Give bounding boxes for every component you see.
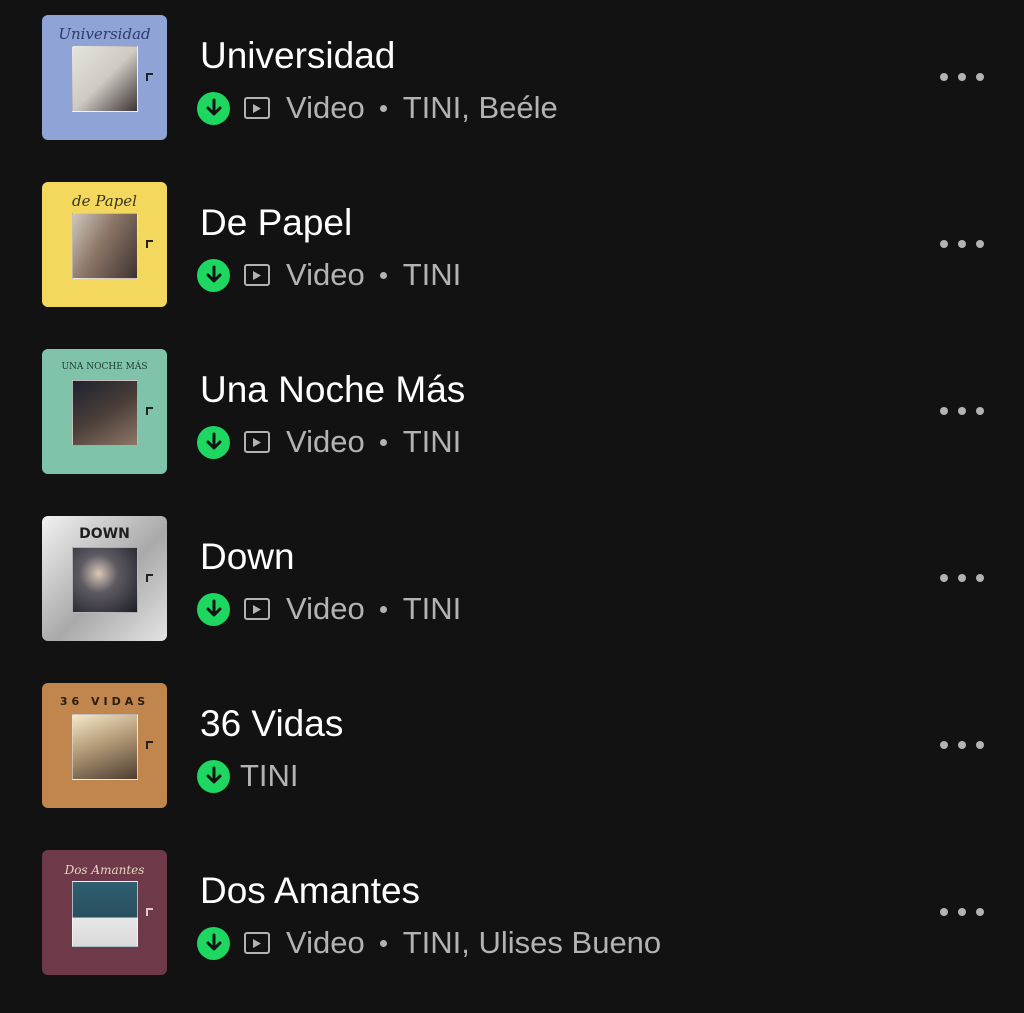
video-icon [244, 598, 270, 620]
more-options-icon[interactable] [940, 224, 984, 264]
track-artists: TINI [402, 257, 462, 292]
video-label: Video [286, 925, 365, 960]
cover-photo [72, 714, 138, 780]
track-row[interactable]: Universidad Universidad Video TINI, Beél… [0, 0, 1024, 167]
separator-dot-icon [379, 271, 387, 279]
downloaded-icon [197, 425, 230, 459]
track-artists: TINI [240, 758, 299, 793]
cover-title: UNA NOCHE MÁS [61, 362, 148, 372]
cover-photo [72, 46, 138, 112]
separator-dot-icon [379, 605, 387, 613]
track-row[interactable]: 36 VIDAS 36 Vidas TINI [0, 668, 1024, 835]
track-row[interactable]: de Papel De Papel Video TINI [0, 167, 1024, 334]
album-art: Universidad [42, 15, 167, 140]
separator-dot-icon [379, 104, 387, 112]
cover-photo [72, 881, 138, 947]
video-label: Video [286, 257, 365, 292]
video-label: Video [286, 90, 365, 125]
downloaded-icon [197, 592, 230, 626]
track-row[interactable]: DOWN Down Video TINI [0, 501, 1024, 668]
downloaded-icon [197, 926, 230, 960]
track-title: 36 Vidas [200, 703, 344, 744]
album-art: Dos Amantes [42, 850, 167, 975]
downloaded-icon [197, 759, 230, 793]
track-artists: TINI [402, 424, 462, 459]
track-artists: TINI [402, 591, 462, 626]
cover-title: de Papel [72, 192, 137, 210]
cover-mark-icon [146, 73, 153, 81]
track-list: Universidad Universidad Video TINI, Beél… [0, 0, 1024, 1013]
cover-mark-icon [146, 407, 153, 415]
track-meta: Video TINI, Ulises Bueno [197, 925, 661, 961]
track-meta: Video TINI [197, 257, 461, 293]
track-title: De Papel [200, 202, 353, 243]
downloaded-icon [197, 91, 230, 125]
more-options-icon[interactable] [940, 725, 984, 765]
more-options-icon[interactable] [940, 892, 984, 932]
video-label: Video [286, 591, 365, 626]
track-artists: TINI, Beéle [402, 90, 558, 125]
track-title: Una Noche Más [200, 369, 466, 410]
downloaded-icon [197, 258, 230, 292]
cover-mark-icon [146, 908, 153, 916]
album-art: DOWN [42, 516, 167, 641]
album-art: 36 VIDAS [42, 683, 167, 808]
cover-title: Universidad [58, 25, 151, 43]
cover-photo [72, 213, 138, 279]
video-icon [244, 97, 270, 119]
cover-title: DOWN [79, 526, 130, 542]
more-options-icon[interactable] [940, 558, 984, 598]
separator-dot-icon [379, 438, 387, 446]
album-art: de Papel [42, 182, 167, 307]
cover-photo [72, 547, 138, 613]
separator-dot-icon [379, 939, 387, 947]
video-label: Video [286, 424, 365, 459]
track-title: Dos Amantes [200, 870, 421, 911]
cover-mark-icon [146, 574, 153, 582]
video-icon [244, 431, 270, 453]
cover-mark-icon [146, 240, 153, 248]
more-options-icon[interactable] [940, 57, 984, 97]
cover-photo [72, 380, 138, 446]
video-icon [244, 932, 270, 954]
more-options-icon[interactable] [940, 391, 984, 431]
track-meta: Video TINI [197, 591, 461, 627]
track-artists: TINI, Ulises Bueno [402, 925, 662, 960]
cover-mark-icon [146, 741, 153, 749]
track-title: Universidad [200, 35, 396, 76]
track-title: Down [200, 536, 295, 577]
track-row[interactable]: Dos Amantes Dos Amantes Video TINI, Ulis… [0, 835, 1024, 1002]
track-meta: TINI [197, 758, 299, 794]
cover-title: 36 VIDAS [59, 695, 150, 708]
track-meta: Video TINI [197, 424, 461, 460]
album-art: UNA NOCHE MÁS [42, 349, 167, 474]
track-row[interactable]: UNA NOCHE MÁS Una Noche Más Video TINI [0, 334, 1024, 501]
cover-title: Dos Amantes [64, 863, 145, 877]
track-meta: Video TINI, Beéle [197, 90, 558, 126]
video-icon [244, 264, 270, 286]
